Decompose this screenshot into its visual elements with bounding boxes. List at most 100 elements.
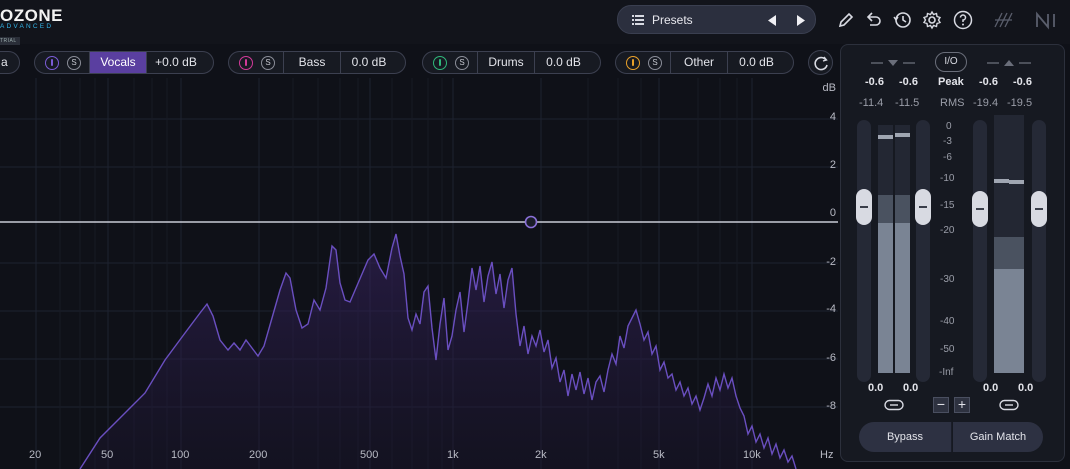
hz-tick: 10k [743,449,761,461]
stem-gain[interactable]: 0.0 dB [728,52,785,73]
bypass-button[interactable]: Bypass [859,422,952,452]
app-logo-edition: ADVANCED [0,23,54,30]
ni-icon [1036,11,1055,30]
input-peak-right: -0.6 [899,76,918,88]
help-icon[interactable] [953,10,973,30]
db-tick: -8 [826,400,836,412]
output-meter-left [994,115,1009,373]
spectrum-svg [0,78,838,469]
hz-tick: 500 [360,449,379,461]
output-meter-right [1009,115,1024,373]
hz-unit-label: Hz [820,449,834,461]
stem-gain[interactable]: 0.0 dB [341,52,397,73]
output-header-icon [987,60,1031,66]
input-meter-right [895,125,910,373]
input-meter-left [878,125,893,373]
db-tick: -6 [826,352,836,364]
output-peak-right: -0.6 [1013,76,1032,88]
input-link-icon[interactable] [884,399,904,411]
stem-power-icon[interactable] [433,55,447,70]
stem-power-icon[interactable] [239,55,253,70]
rms-label: RMS [940,97,965,109]
input-fader-left-handle[interactable] [856,189,872,225]
stem-other[interactable]: S Other 0.0 dB [615,51,794,74]
zoom-out-button[interactable]: − [933,397,949,413]
db-unit-label: dB [822,82,836,94]
gain-match-button[interactable]: Gain Match [953,422,1043,452]
db-tick: -4 [826,303,836,315]
gear-icon[interactable] [922,10,942,30]
output-fader-left-track[interactable] [973,120,987,382]
next-preset-icon[interactable] [794,14,808,27]
hz-tick: 20 [29,449,42,461]
output-gain-left[interactable]: 0.0 [983,382,998,394]
stem-name: Drums [477,52,535,73]
trial-tag: TRIAL [0,37,20,45]
gain-line-node [524,215,538,229]
spectrum-fill [80,234,796,469]
input-rms-left: -11.4 [859,97,884,109]
peak-label: Peak [938,76,964,88]
previous-preset-icon[interactable] [765,14,779,27]
input-header-icon [871,60,915,66]
undo-icon[interactable] [863,10,883,30]
meter-scale-tick: -15 [940,200,955,211]
io-toggle-button[interactable]: I/O [935,52,967,72]
hz-tick: 1k [447,449,459,461]
input-peak-left: -0.6 [865,76,884,88]
list-icon [632,15,644,25]
output-gain-right[interactable]: 0.0 [1018,382,1033,394]
refresh-icon [814,56,828,71]
stem-name: Vocals [89,52,147,73]
meter-scale-tick: -Inf [939,367,954,378]
zoom-in-button[interactable]: + [954,397,970,413]
input-gain-left[interactable]: 0.0 [868,382,883,394]
output-rms-left: -19.4 [973,97,999,109]
stem-bass[interactable]: S Bass 0.0 dB [228,51,406,74]
meter-scale-tick: -20 [940,225,955,236]
meter-scale-tick: -3 [943,136,952,147]
output-fader-left-handle[interactable] [972,191,988,227]
hz-tick: 200 [249,449,268,461]
stem-name: Bass [283,52,341,73]
db-tick: 2 [829,159,836,171]
output-link-icon[interactable] [999,399,1019,411]
db-tick: 0 [829,207,836,219]
stem-power-icon[interactable] [626,55,640,70]
input-fader-right-track[interactable] [916,120,930,382]
pencil-icon[interactable] [836,10,856,30]
stem-drums[interactable]: S Drums 0.0 dB [422,51,601,74]
refresh-button[interactable] [808,50,833,75]
meter-scale-tick: -30 [940,274,955,285]
solo-icon[interactable]: S [261,55,275,70]
stem-partial[interactable]: a [0,51,20,74]
meter-scale-tick: -6 [943,152,952,163]
spectrum-display[interactable] [0,78,838,469]
hz-tick: 5k [653,449,665,461]
output-fader-right-track[interactable] [1032,120,1046,382]
presets-bar[interactable]: Presets [617,5,816,34]
stem-gain[interactable]: 0.0 dB [535,52,592,73]
meter-scale-tick: 0 [946,121,952,132]
hz-tick: 100 [171,449,190,461]
solo-icon[interactable]: S [455,55,469,70]
meter-scale-tick: -40 [940,316,955,327]
history-icon[interactable] [892,10,912,30]
input-fader-left-track[interactable] [857,120,871,382]
db-tick: 4 [829,111,836,123]
solo-icon[interactable]: S [67,55,81,70]
output-fader-right-handle[interactable] [1031,191,1047,227]
top-header: OZONE ADVANCED TRIAL Presets [0,0,1070,45]
ai-assistant-icon[interactable] [992,10,1016,30]
io-meter-panel: I/O -0.6 -0.6 Peak -0.6 -0.6 -11.4 -11.5… [840,44,1065,462]
output-peak-left: -0.6 [979,76,998,88]
input-gain-right[interactable]: 0.0 [903,382,918,394]
input-fader-right-handle[interactable] [915,189,931,225]
stem-name: Other [670,52,728,73]
stem-vocals[interactable]: S Vocals +0.0 dB [34,51,214,74]
stem-gain[interactable]: +0.0 dB [147,52,205,73]
stem-power-icon[interactable] [45,55,59,70]
hz-tick: 50 [101,449,114,461]
solo-icon[interactable]: S [648,55,662,70]
meter-scale-tick: -10 [940,173,955,184]
